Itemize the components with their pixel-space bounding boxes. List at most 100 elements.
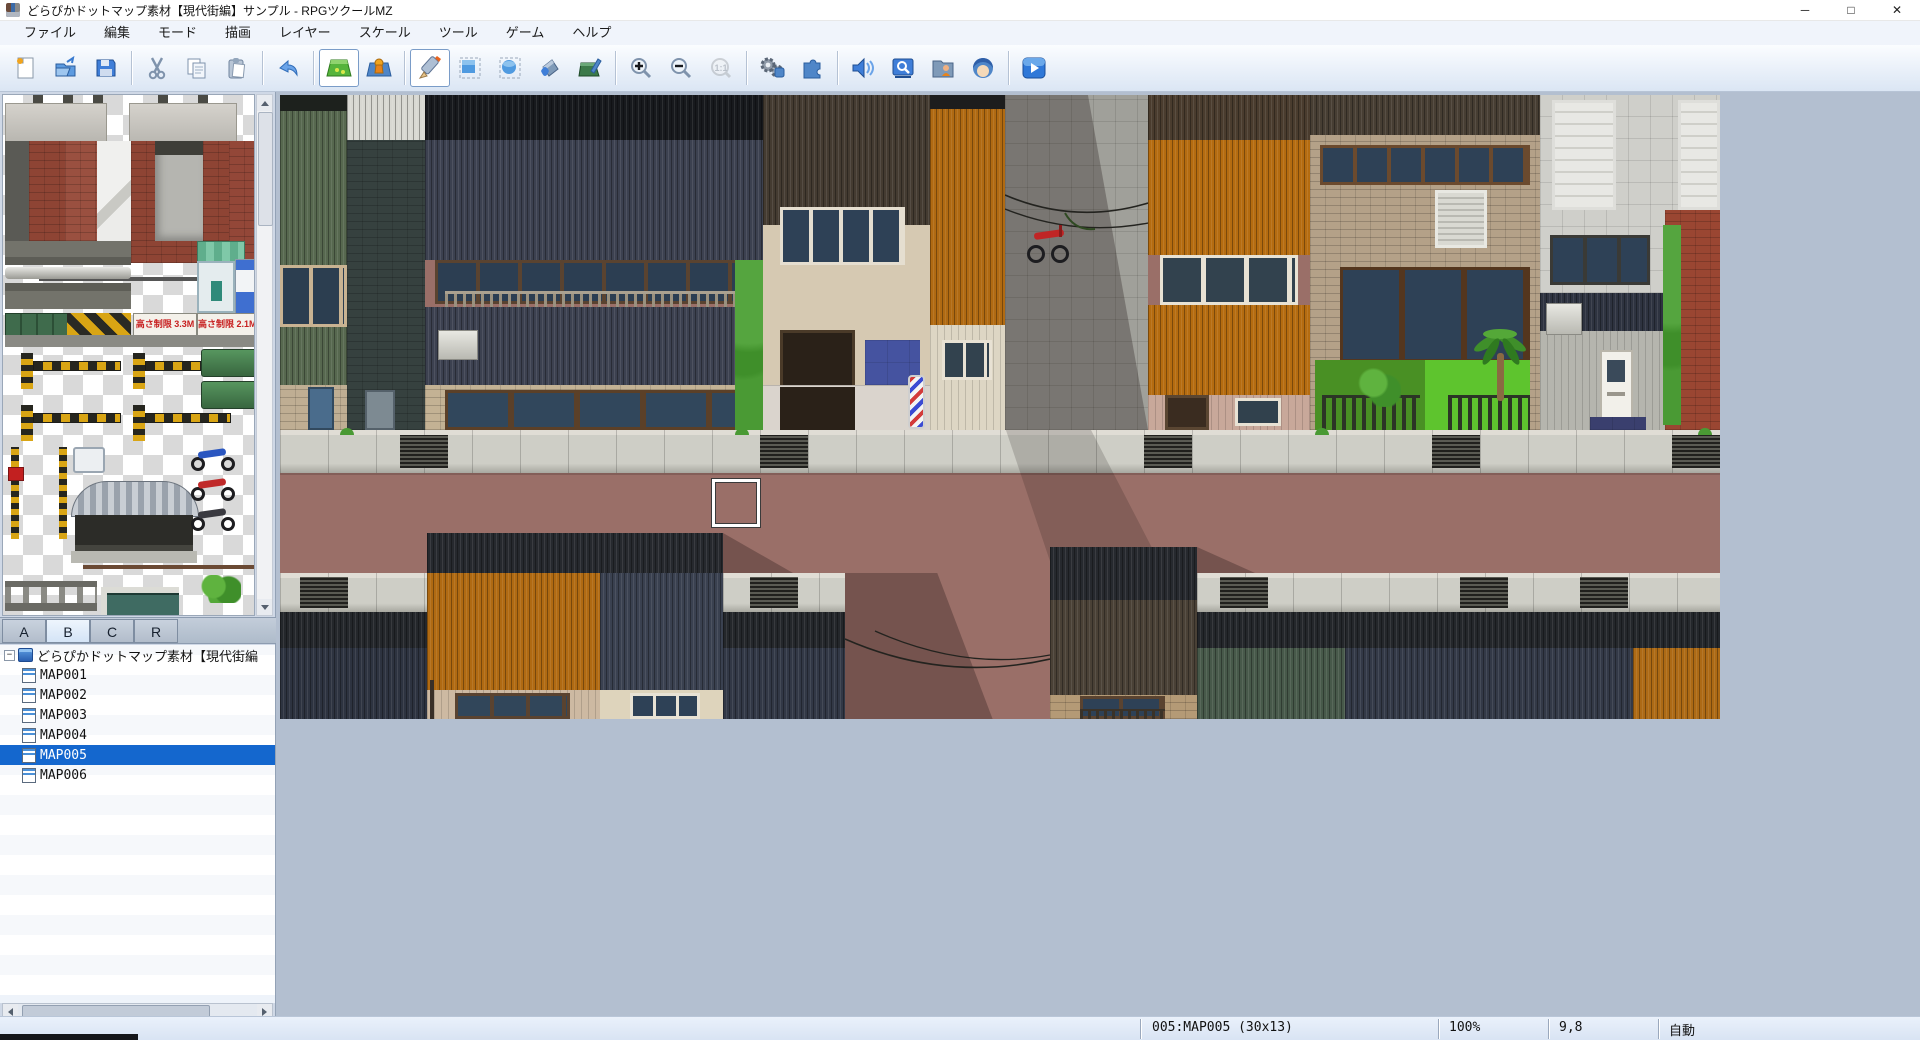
palette-scrollbar[interactable] [256,94,273,616]
striped-pole-tile [59,447,67,539]
status-separator [1140,1019,1141,1039]
palette-tile [203,141,229,241]
event-search-button[interactable] [883,49,923,87]
building-dark-tower [347,140,425,430]
shadow-pen-button[interactable] [570,49,610,87]
flood-fill-button[interactable] [530,49,570,87]
map-label: MAP006 [40,768,87,783]
zoom-in-button[interactable] [621,49,661,87]
title-bar: どらぴかドットマップ素材【現代街編】サンプル - RPGツクールMZ ─ □ ✕ [0,0,1920,21]
palette-tab-c[interactable]: C [90,619,134,643]
balcony-rail [1080,709,1165,719]
building-brown-roof [763,95,930,225]
palette-tile [5,313,69,337]
building-b-brown [1050,600,1197,695]
map-tree-item-map005-selected[interactable]: MAP005 [0,745,275,765]
menu-game[interactable]: ゲーム [492,21,559,45]
collapse-expander[interactable]: − [4,650,15,661]
vending-machine-tile [235,259,255,315]
gate-post-tile [133,405,145,441]
menu-tools[interactable]: ツール [425,21,492,45]
palette-tab-r[interactable]: R [134,619,178,643]
door [308,387,334,430]
scroll-up-button[interactable] [257,95,272,111]
tileset-palette[interactable]: 高さ制限 3.3M 高さ制限 2.1M [2,94,255,616]
menu-mode[interactable]: モード [144,21,211,45]
zoom-out-icon [668,55,694,81]
palette-tile [5,335,255,347]
toolbar-separator [615,51,616,85]
palette-tile [5,103,107,143]
map-tree-item-map003[interactable]: MAP003 [0,705,275,725]
scrollbar-thumb[interactable] [258,112,273,226]
resource-manager-button[interactable] [923,49,963,87]
menu-draw[interactable]: 描画 [211,21,265,45]
new-project-button[interactable] [6,49,46,87]
palette-tile [5,267,131,279]
open-project-button[interactable] [46,49,86,87]
maximize-button[interactable]: □ [1828,0,1874,20]
ivy [735,260,763,430]
white-door [1600,350,1633,427]
window-strip [1320,145,1530,185]
map-tree-item-map004[interactable]: MAP004 [0,725,275,745]
menu-scale[interactable]: スケール [345,21,425,45]
map-label: MAP004 [40,728,87,743]
undo-button[interactable] [268,49,308,87]
map-tree-root[interactable]: − どらぴかドットマップ素材【現代街編 [0,645,275,665]
paste-button[interactable] [217,49,257,87]
tile-cursor [712,479,760,527]
screen-search-icon [890,55,916,81]
save-button[interactable] [86,49,126,87]
palette-tab-b[interactable]: B [46,619,90,643]
copy-button[interactable] [177,49,217,87]
playtest-button[interactable] [1014,49,1054,87]
rectangle-tool-button[interactable] [450,49,490,87]
shrub [1355,367,1401,407]
status-separator [1658,1019,1659,1039]
map-canvas[interactable] [280,95,1720,719]
window [630,693,700,719]
actual-scale-button[interactable]: 1:1 [701,49,741,87]
map-tree-item-map006[interactable]: MAP006 [0,765,275,785]
map-mode-button[interactable] [319,49,359,87]
pole-sign [8,467,24,481]
minimize-button[interactable]: ─ [1782,0,1828,20]
toolbar-separator [1008,51,1009,85]
menu-bar: ファイル 編集 モード 描画 レイヤー スケール ツール ゲーム ヘルプ [0,21,1920,45]
map-tree-item-map001[interactable]: MAP001 [0,665,275,685]
menu-help[interactable]: ヘルプ [558,21,625,45]
status-zoom-level: 100% [1449,1020,1480,1035]
event-mode-button[interactable] [359,49,399,87]
hedge-tile [199,575,241,603]
menu-layer[interactable]: レイヤー [265,21,345,45]
building-orange [930,109,1005,325]
zoom-out-button[interactable] [661,49,701,87]
sound-test-button[interactable] [843,49,883,87]
cut-button[interactable] [137,49,177,87]
menu-file[interactable]: ファイル [10,21,90,45]
palette-tab-a[interactable]: A [2,619,46,643]
database-button[interactable] [752,49,792,87]
copy-icon [184,55,210,81]
status-cursor-coords: 9,8 [1559,1020,1582,1035]
plugin-manager-button[interactable] [792,49,832,87]
vine [1663,225,1681,425]
close-button[interactable]: ✕ [1874,0,1920,20]
building-a-cap [427,533,723,573]
building-a-navy [600,573,723,690]
toolbar-separator [262,51,263,85]
toolbar-separator [313,51,314,85]
character-generator-button[interactable] [963,49,1003,87]
ellipse-tool-button[interactable] [490,49,530,87]
palette-tab-bar: A B C R [0,617,276,644]
menu-edit[interactable]: 編集 [90,21,144,45]
shuttered-window [1435,190,1487,248]
map-tree-item-map002[interactable]: MAP002 [0,685,275,705]
barber-pole [908,375,925,429]
scroll-down-button[interactable] [257,599,272,615]
weed [1698,425,1712,435]
figure [211,281,222,301]
rpg-maker-window: どらぴかドットマップ素材【現代街編】サンプル - RPGツクールMZ ─ □ ✕… [0,0,1920,1040]
pencil-tool-button[interactable] [410,49,450,87]
